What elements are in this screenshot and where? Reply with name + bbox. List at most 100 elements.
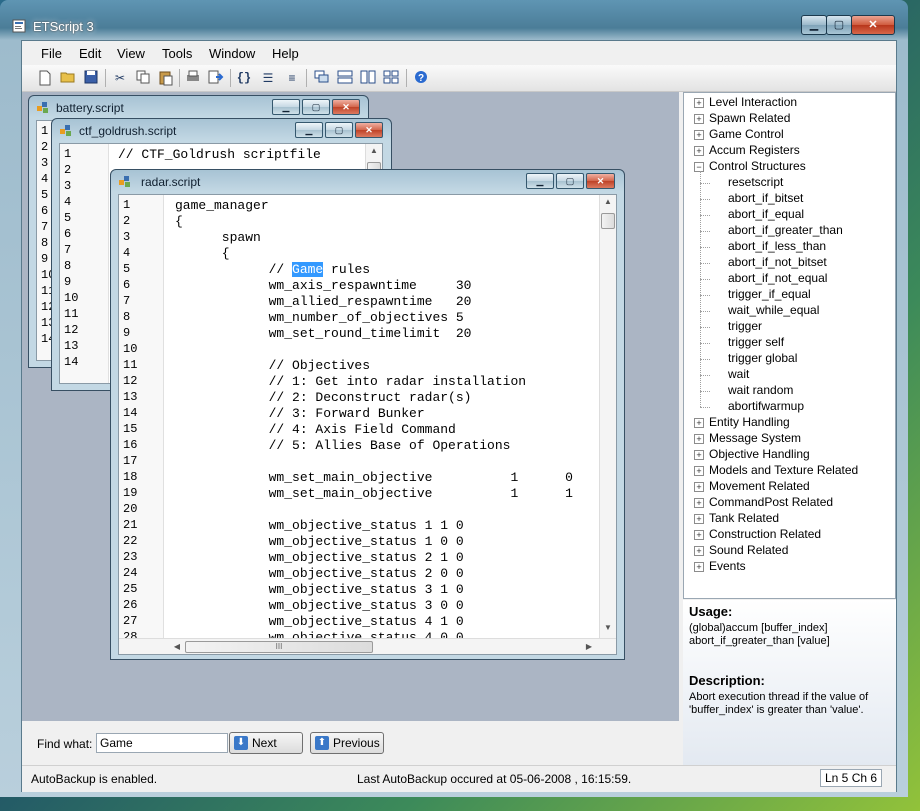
menu-tools[interactable]: Tools bbox=[162, 46, 192, 61]
next-button[interactable]: ⬇ Next bbox=[229, 732, 303, 754]
expand-icon[interactable]: + bbox=[694, 418, 704, 428]
copy-icon[interactable] bbox=[135, 70, 151, 86]
tree-item[interactable]: abort_if_equal bbox=[728, 207, 804, 221]
tree-group[interactable]: CommandPost Related bbox=[709, 495, 833, 509]
expand-icon[interactable]: + bbox=[694, 114, 704, 124]
tree-item[interactable]: wait bbox=[728, 367, 749, 381]
help-icon[interactable]: ? bbox=[413, 70, 429, 86]
maximize-button[interactable]: ▢ bbox=[826, 15, 852, 35]
tree-group[interactable]: Models and Texture Related bbox=[709, 463, 858, 477]
close-button[interactable]: ✕ bbox=[332, 99, 360, 115]
paste-icon[interactable] bbox=[158, 70, 174, 86]
tile-vertical-icon[interactable] bbox=[360, 70, 376, 86]
save-icon[interactable] bbox=[83, 70, 99, 86]
close-button[interactable]: ✕ bbox=[586, 173, 615, 189]
cut-icon[interactable]: ✂ bbox=[112, 70, 128, 86]
code-editor[interactable]: 1 2 3 4 5 6 7 8 9 10 11 12 13 14 15 16 17 18 19 20 21 22 23 24 2… bbox=[118, 194, 617, 655]
menu-file[interactable]: File bbox=[41, 46, 62, 61]
scroll-up-icon[interactable]: ▲ bbox=[600, 197, 616, 206]
braces-icon[interactable]: {} bbox=[236, 70, 252, 86]
tree-group[interactable]: Events bbox=[709, 559, 746, 573]
tree-group[interactable]: Control Structures bbox=[709, 159, 806, 173]
title-bar[interactable]: ETScript 3 ▁ ▢ ✕ bbox=[0, 0, 908, 40]
minimize-button[interactable]: ▁ bbox=[272, 99, 300, 115]
close-button[interactable]: ✕ bbox=[355, 122, 383, 138]
scroll-right-icon[interactable]: ▶ bbox=[581, 642, 597, 651]
tree-item[interactable]: abort_if_bitset bbox=[728, 191, 803, 205]
horizontal-scrollbar[interactable]: ◀ III ▶ bbox=[119, 638, 616, 654]
tree-item[interactable]: resetscript bbox=[728, 175, 783, 189]
expand-icon[interactable]: + bbox=[694, 130, 704, 140]
expand-icon[interactable]: + bbox=[694, 562, 704, 572]
expand-icon[interactable]: + bbox=[694, 450, 704, 460]
line-number: 2 bbox=[41, 140, 49, 154]
scroll-left-icon[interactable]: ◀ bbox=[169, 642, 185, 651]
scroll-thumb[interactable]: III bbox=[185, 641, 373, 653]
toolbar-separator bbox=[306, 69, 307, 87]
tree-group[interactable]: Entity Handling bbox=[709, 415, 790, 429]
vertical-scrollbar[interactable]: ▲ ▼ bbox=[599, 195, 616, 638]
tree-item[interactable]: abort_if_not_bitset bbox=[728, 255, 827, 269]
tree-item[interactable]: abort_if_not_equal bbox=[728, 271, 827, 285]
scroll-down-icon[interactable]: ▼ bbox=[600, 623, 616, 632]
menu-view[interactable]: View bbox=[117, 46, 145, 61]
code-line: game_manager bbox=[175, 198, 269, 213]
tree-item[interactable]: wait random bbox=[728, 383, 793, 397]
tree-group[interactable]: Movement Related bbox=[709, 479, 810, 493]
arrange-icon[interactable] bbox=[383, 70, 399, 86]
expand-icon[interactable]: + bbox=[694, 434, 704, 444]
expand-icon[interactable]: + bbox=[694, 514, 704, 524]
outdent-icon[interactable]: ≡ bbox=[284, 70, 300, 86]
expand-icon[interactable]: + bbox=[694, 530, 704, 540]
minimize-button[interactable]: ▁ bbox=[295, 122, 323, 138]
arrow-up-icon: ⬆ bbox=[315, 736, 329, 750]
menu-edit[interactable]: Edit bbox=[79, 46, 101, 61]
radar-script-window[interactable]: radar.script ▁ ▢ ✕ 1 2 3 4 5 6 7 8 9 10 11 12 13 14 15… bbox=[110, 169, 625, 660]
menu-help[interactable]: Help bbox=[272, 46, 299, 61]
tree-group[interactable]: Accum Registers bbox=[709, 143, 800, 157]
tree-item[interactable]: abort_if_less_than bbox=[728, 239, 826, 253]
print-icon[interactable] bbox=[185, 70, 201, 86]
minimize-button[interactable]: ▁ bbox=[801, 15, 827, 35]
expand-icon[interactable]: + bbox=[694, 546, 704, 556]
tree-item[interactable]: abortifwarmup bbox=[728, 399, 804, 413]
command-tree[interactable]: + Level Interaction + Spawn Related + Game Co… bbox=[683, 92, 896, 599]
expand-icon[interactable]: + bbox=[694, 98, 704, 108]
maximize-button[interactable]: ▢ bbox=[325, 122, 353, 138]
scroll-up-icon[interactable]: ▲ bbox=[366, 146, 382, 155]
open-folder-icon[interactable] bbox=[60, 70, 76, 86]
new-file-icon[interactable] bbox=[37, 70, 53, 86]
minimize-button[interactable]: ▁ bbox=[526, 173, 554, 189]
expand-icon[interactable]: + bbox=[694, 146, 704, 156]
cascade-icon[interactable] bbox=[314, 70, 330, 86]
tree-item[interactable]: trigger bbox=[728, 319, 762, 333]
tree-group[interactable]: Level Interaction bbox=[709, 95, 797, 109]
tree-group[interactable]: Spawn Related bbox=[709, 111, 790, 125]
tree-item[interactable]: wait_while_equal bbox=[728, 303, 819, 317]
tree-group[interactable]: Sound Related bbox=[709, 543, 788, 557]
find-input[interactable] bbox=[96, 733, 228, 753]
collapse-icon[interactable]: − bbox=[694, 162, 704, 172]
tree-item[interactable]: trigger_if_equal bbox=[728, 287, 811, 301]
maximize-button[interactable]: ▢ bbox=[302, 99, 330, 115]
tile-horizontal-icon[interactable] bbox=[337, 70, 353, 86]
close-button[interactable]: ✕ bbox=[851, 15, 895, 35]
expand-icon[interactable]: + bbox=[694, 498, 704, 508]
tree-group[interactable]: Objective Handling bbox=[709, 447, 810, 461]
tree-item[interactable]: abort_if_greater_than bbox=[728, 223, 843, 237]
tree-group[interactable]: Tank Related bbox=[709, 511, 779, 525]
tree-group[interactable]: Game Control bbox=[709, 127, 784, 141]
tree-item[interactable]: trigger global bbox=[728, 351, 797, 365]
code-area[interactable]: game_manager{ spawn { // Game rules wm_a… bbox=[167, 195, 600, 645]
expand-icon[interactable]: + bbox=[694, 482, 704, 492]
tree-group[interactable]: Message System bbox=[709, 431, 801, 445]
tree-group[interactable]: Construction Related bbox=[709, 527, 821, 541]
export-icon[interactable] bbox=[208, 70, 224, 86]
tree-item[interactable]: trigger self bbox=[728, 335, 784, 349]
indent-icon[interactable]: ☰ bbox=[260, 70, 276, 86]
maximize-button[interactable]: ▢ bbox=[556, 173, 584, 189]
scroll-thumb[interactable] bbox=[601, 213, 615, 229]
menu-window[interactable]: Window bbox=[209, 46, 255, 61]
expand-icon[interactable]: + bbox=[694, 466, 704, 476]
previous-button[interactable]: ⬆ Previous bbox=[310, 732, 384, 754]
